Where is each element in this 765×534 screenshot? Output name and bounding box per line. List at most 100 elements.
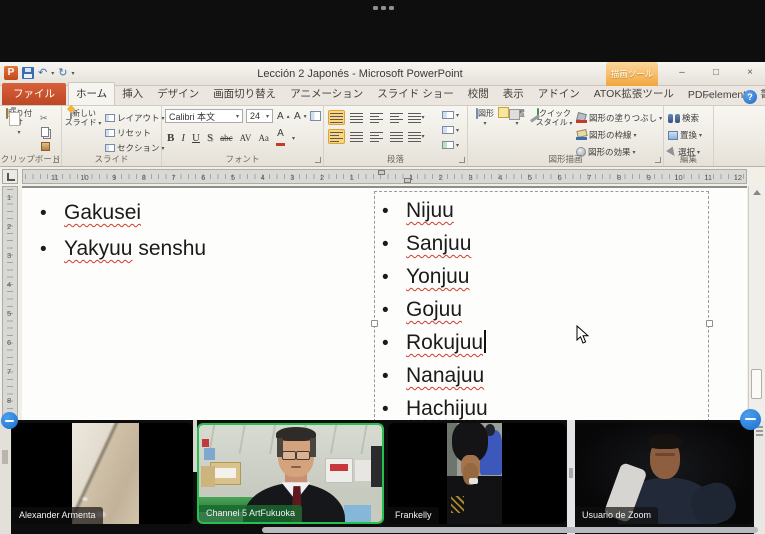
video-strip-scrollbar[interactable] bbox=[262, 527, 758, 533]
ruler-number: 4 bbox=[261, 173, 265, 182]
shape-outline-button[interactable]: 図形の枠線▾ bbox=[576, 129, 637, 141]
scrollbar-thumb[interactable] bbox=[751, 369, 762, 399]
video-tile-channel5[interactable]: Channel 5 ArtFukuoka bbox=[197, 423, 384, 524]
align-left-button[interactable] bbox=[328, 129, 345, 144]
numbering-icon bbox=[350, 113, 363, 123]
resize-handle-right[interactable] bbox=[706, 320, 713, 327]
selected-placeholder-border[interactable] bbox=[374, 191, 709, 422]
numbering-button[interactable] bbox=[348, 110, 365, 125]
shrink-font-button[interactable]: A▼ bbox=[294, 111, 308, 122]
tab-transitions[interactable]: 画面切り替え bbox=[206, 83, 283, 105]
annotation-bubble-left-icon[interactable] bbox=[1, 412, 18, 429]
bullets-button[interactable] bbox=[328, 110, 345, 125]
annotation-bubble-right-icon[interactable] bbox=[740, 409, 761, 430]
close-button[interactable]: × bbox=[738, 66, 762, 81]
bold-button[interactable]: B bbox=[167, 132, 174, 144]
tab-insert[interactable]: 挿入 bbox=[115, 83, 150, 105]
horizontal-ruler[interactable]: 1110987654321123456789101112 bbox=[22, 169, 747, 184]
tab-slideshow[interactable]: スライド ショー bbox=[370, 83, 460, 105]
format-painter-button[interactable] bbox=[41, 142, 50, 151]
ruler-number: 2 bbox=[439, 173, 443, 182]
left-text-placeholder[interactable]: •Gakusei•Yakyuu senshu bbox=[40, 195, 206, 267]
resize-handle-left[interactable] bbox=[371, 320, 378, 327]
layout-button[interactable]: レイアウト▾ bbox=[105, 112, 165, 124]
tab-addins[interactable]: アドイン bbox=[531, 83, 587, 105]
align-right-button[interactable] bbox=[368, 129, 385, 144]
tab-atok[interactable]: ATOK拡張ツール bbox=[587, 83, 681, 105]
help-button[interactable]: ? bbox=[743, 90, 757, 104]
align-text-button[interactable]: ▾ bbox=[442, 126, 459, 134]
slide-canvas[interactable]: •Gakusei•Yakyuu senshu •Nijuu•Sanjuu•Yon… bbox=[22, 186, 747, 420]
replace-button[interactable]: 置換▾ bbox=[668, 129, 702, 141]
undo-dropdown-icon[interactable]: ▾ bbox=[51, 70, 54, 77]
italic-button[interactable]: I bbox=[181, 132, 185, 144]
quick-styles-button[interactable]: クイック スタイル ▾ bbox=[534, 109, 574, 129]
tab-view[interactable]: 表示 bbox=[496, 83, 531, 105]
layout-icon bbox=[105, 114, 115, 122]
ruler-number: 6 bbox=[558, 173, 562, 182]
strikethrough-button[interactable]: abc bbox=[220, 133, 233, 143]
character-spacing-button[interactable]: AV bbox=[240, 133, 252, 143]
find-button[interactable]: 検索 bbox=[668, 112, 699, 124]
reset-button[interactable]: リセット bbox=[105, 127, 151, 139]
ribbon-collapse-icon[interactable] bbox=[705, 93, 713, 101]
font-size-combobox[interactable]: 24▾ bbox=[246, 109, 273, 123]
align-center-button[interactable] bbox=[348, 129, 365, 144]
new-slide-button[interactable]: 新しい スライド ▾ bbox=[64, 109, 102, 129]
clipboard-dialog-launcher-icon[interactable] bbox=[53, 157, 59, 163]
slides-group-label: スライド bbox=[62, 153, 161, 165]
tab-animations[interactable]: アニメーション bbox=[283, 83, 370, 105]
editing-group: 検索 置換▾ 選択▾ 編集 bbox=[664, 106, 714, 166]
video-tile-usuario[interactable]: Usuario de Zoom bbox=[575, 423, 753, 524]
cut-button[interactable]: ✂ bbox=[40, 113, 48, 123]
arrange-button[interactable]: 配置▾ bbox=[502, 109, 532, 129]
text-shadow-button[interactable]: S bbox=[207, 132, 213, 144]
grow-font-button[interactable]: A▲ bbox=[277, 111, 291, 122]
shapes-button[interactable]: 図形▾ bbox=[470, 109, 500, 129]
tab-design[interactable]: デザイン bbox=[150, 83, 206, 105]
paste-button[interactable]: 貼り付け ▾ bbox=[3, 109, 35, 138]
zoom-screen-share: P ↶ ▾ ↻ ▾ Lección 2 Japonés - Microsoft … bbox=[0, 0, 765, 534]
paragraph-dialog-launcher-icon[interactable] bbox=[459, 157, 465, 163]
hanging-indent-marker[interactable] bbox=[404, 178, 411, 183]
convert-smartart-button[interactable]: ▾ bbox=[442, 141, 459, 149]
drawing-dialog-launcher-icon[interactable] bbox=[655, 157, 661, 163]
paragraph-row-2: ▾ bbox=[328, 129, 425, 144]
bullet-marker: • bbox=[40, 196, 64, 232]
redo-icon[interactable]: ↻ bbox=[58, 67, 67, 79]
maximize-button[interactable]: □ bbox=[704, 66, 728, 81]
video-tile-frankelly[interactable]: Frankelly bbox=[388, 423, 566, 524]
tab-home[interactable]: ホーム bbox=[68, 82, 115, 105]
powerpoint-logo-icon[interactable]: P bbox=[4, 66, 18, 80]
ruler-number: 12 bbox=[734, 173, 742, 182]
underline-button[interactable]: U bbox=[192, 132, 200, 144]
drawing-group-label: 図形描画 bbox=[468, 153, 663, 165]
align-left-icon bbox=[330, 132, 343, 142]
undo-icon[interactable]: ↶ bbox=[38, 67, 47, 79]
font-dialog-launcher-icon[interactable] bbox=[315, 157, 321, 163]
justify-button[interactable] bbox=[388, 129, 405, 144]
clear-formatting-button[interactable] bbox=[310, 111, 321, 121]
first-line-indent-marker[interactable] bbox=[378, 170, 385, 175]
change-case-button[interactable]: Aa bbox=[258, 133, 269, 143]
save-icon[interactable] bbox=[22, 67, 34, 79]
font-name-combobox[interactable]: Calibri 本文▾ bbox=[165, 109, 243, 123]
tab-review[interactable]: 校閲 bbox=[461, 83, 496, 105]
video-tile-alexander[interactable]: Alexander Armenta bbox=[12, 423, 193, 524]
tab-file[interactable]: ファイル bbox=[2, 83, 66, 105]
copy-button[interactable] bbox=[41, 127, 49, 137]
qat-customize-icon[interactable]: ▾ bbox=[71, 70, 74, 77]
vertical-ruler[interactable]: 12345678 bbox=[2, 186, 18, 420]
line-spacing-button[interactable]: ▾ bbox=[408, 110, 425, 125]
window-title: Lección 2 Japonés - Microsoft PowerPoint bbox=[120, 68, 600, 80]
increase-indent-button[interactable] bbox=[388, 110, 405, 125]
columns-button[interactable]: ▾ bbox=[408, 129, 425, 144]
text-direction-button[interactable]: ▾ bbox=[442, 111, 459, 119]
decrease-indent-button[interactable] bbox=[368, 110, 385, 125]
scroll-up-icon[interactable] bbox=[753, 190, 761, 195]
tab-selector[interactable] bbox=[2, 169, 18, 184]
font-color-button[interactable]: A bbox=[276, 129, 285, 147]
shape-fill-button[interactable]: 図形の塗りつぶし▾ bbox=[576, 112, 662, 124]
minimize-button[interactable]: – bbox=[670, 66, 694, 81]
ruler-number: 11 bbox=[51, 173, 59, 182]
